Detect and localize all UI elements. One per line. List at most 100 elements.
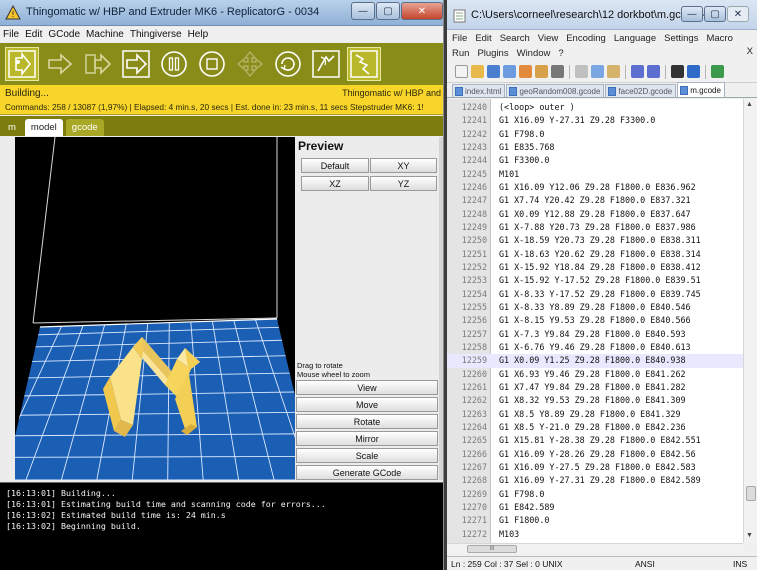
stop-button[interactable] <box>196 48 228 80</box>
control-panel-button[interactable] <box>310 48 342 80</box>
np-menu-search[interactable]: Search <box>500 33 530 44</box>
menu-gcode[interactable]: GCode <box>48 29 80 40</box>
close-button[interactable]: ✕ <box>401 2 443 20</box>
code-line: 12261 G1 X7.47 Y9.84 Z9.28 F1800.0 E841.2… <box>447 381 743 394</box>
zoom-in-icon[interactable] <box>711 65 724 78</box>
close-file-icon[interactable] <box>519 65 532 78</box>
menu-machine[interactable]: Machine <box>86 29 124 40</box>
paste-icon[interactable] <box>607 65 620 78</box>
move-model-button[interactable]: Move <box>296 397 438 412</box>
np-menu-edit[interactable]: Edit <box>475 33 491 44</box>
build-state: Building... <box>5 88 49 99</box>
generate-gcode-button[interactable]: Generate GCode <box>296 465 438 480</box>
np-menu-settings[interactable]: Settings <box>664 33 698 44</box>
np-maximize-button[interactable]: ▢ <box>704 6 726 22</box>
tab-gcode[interactable]: gcode <box>65 119 104 136</box>
np-menu-run[interactable]: Run <box>452 48 469 59</box>
h-scroll-thumb[interactable]: III <box>467 545 517 553</box>
file-icon <box>455 86 463 96</box>
view-button[interactable]: View <box>296 380 438 395</box>
code-line: 12245 M101 <box>447 168 743 181</box>
maximize-button[interactable]: ▢ <box>376 2 400 20</box>
np-menu-view[interactable]: View <box>538 33 558 44</box>
save-icon[interactable] <box>487 65 500 78</box>
line-number: 12259 <box>461 355 487 366</box>
code-text: G1 X-7.88 Y20.73 Z9.28 F1800.0 E837.986 <box>499 221 696 232</box>
np-close-button[interactable]: ✕ <box>727 6 749 22</box>
build-to-file-button[interactable] <box>82 48 114 80</box>
find-icon[interactable] <box>671 65 684 78</box>
np-menu-language[interactable]: Language <box>614 33 656 44</box>
np-menu-plugins[interactable]: Plugins <box>477 48 508 59</box>
build-remote-button[interactable] <box>120 48 152 80</box>
menu-file[interactable]: File <box>3 29 19 40</box>
np-menu-macro[interactable]: Macro <box>706 33 732 44</box>
np-tab-face02d[interactable]: face02D.gcode <box>605 84 677 97</box>
xz-view-button[interactable]: XZ <box>301 176 369 191</box>
upload-button[interactable] <box>44 48 76 80</box>
np-menu-file[interactable]: File <box>452 33 467 44</box>
scroll-up-icon[interactable]: ▲ <box>746 101 753 108</box>
np-menu-help[interactable]: ? <box>558 48 563 59</box>
yz-view-button[interactable]: YZ <box>370 176 437 191</box>
console-line: [16:13:02] Beginning build. <box>6 521 141 531</box>
code-line: 12271 G1 F1800.0 <box>447 514 743 527</box>
new-file-icon[interactable] <box>455 65 468 78</box>
copy-icon[interactable] <box>591 65 604 78</box>
build-progress: Commands: 258 / 13087 (1,97%) | Elapsed:… <box>5 102 424 112</box>
code-text: (<loop> outer ) <box>499 102 575 112</box>
rotate-button[interactable]: Rotate <box>296 414 438 429</box>
undo-icon[interactable] <box>631 65 644 78</box>
reset-icon <box>275 51 301 77</box>
pause-button[interactable] <box>158 48 190 80</box>
title-bar[interactable]: ! Thingomatic w/ HBP and Extruder MK6 - … <box>0 0 443 26</box>
code-text: G1 X15.81 Y-28.38 Z9.28 F1800.0 E842.551 <box>499 435 701 446</box>
open-file-icon[interactable] <box>471 65 484 78</box>
reset-button[interactable] <box>272 48 304 80</box>
panel-scrollbar[interactable] <box>439 137 443 480</box>
redo-icon[interactable] <box>647 65 660 78</box>
line-number: 12249 <box>461 221 487 232</box>
tab-model[interactable]: model <box>24 119 63 136</box>
mirror-button[interactable]: Mirror <box>296 431 438 446</box>
file-icon <box>680 85 689 95</box>
code-editor[interactable]: 12240 (<loop> outer ) 12241 G1 X16.09 Y-27.… <box>447 99 743 543</box>
disconnect-button[interactable] <box>347 47 381 81</box>
model-viewport[interactable] <box>15 137 295 480</box>
print-icon[interactable] <box>551 65 564 78</box>
np-tab-georandom[interactable]: geoRandom008.gcode <box>506 84 605 97</box>
menu-edit[interactable]: Edit <box>25 29 42 40</box>
move-button[interactable] <box>234 48 266 80</box>
tab-m[interactable]: m <box>2 119 22 136</box>
cut-icon[interactable] <box>575 65 588 78</box>
code-text: G1 X16.09 Y-27.31 Z9.28 F3300.0 <box>499 115 656 126</box>
np-menu-encoding[interactable]: Encoding <box>566 33 606 44</box>
scroll-thumb[interactable] <box>746 486 756 501</box>
np-tab-m-gcode[interactable]: m.gcode <box>677 82 725 97</box>
save-all-icon[interactable] <box>503 65 516 78</box>
code-text: G1 X0.09 Y12.88 Z9.28 F1800.0 E837.647 <box>499 208 691 219</box>
code-text: G1 X16.09 Y-27.5 Z9.28 F1800.0 E842.583 <box>499 461 696 472</box>
xy-view-button[interactable]: XY <box>370 158 437 173</box>
editor-vertical-scrollbar[interactable]: ▲ ▼ <box>743 99 757 543</box>
np-tab-label: m.gcode <box>690 85 721 95</box>
toolbar <box>0 43 443 85</box>
np-minimize-button[interactable]: — <box>681 6 703 22</box>
menu-thingiverse[interactable]: Thingiverse <box>130 29 182 40</box>
np-close-doc-icon[interactable]: X <box>747 46 753 57</box>
replace-icon[interactable] <box>687 65 700 78</box>
np-title-bar[interactable]: C:\Users\corneel\research\12 dorkbot\m.g… <box>447 0 757 30</box>
scale-button[interactable]: Scale <box>296 448 438 463</box>
menu-help[interactable]: Help <box>188 29 209 40</box>
code-text: G1 E842.589 <box>499 501 555 512</box>
default-view-button[interactable]: Default <box>301 158 369 173</box>
close-all-icon[interactable] <box>535 65 548 78</box>
editor-horizontal-scrollbar[interactable]: III <box>447 543 743 554</box>
np-menu-window[interactable]: Window <box>517 48 551 59</box>
np-tab-index-html[interactable]: index.html <box>452 84 506 97</box>
minimize-button[interactable]: — <box>351 2 375 20</box>
code-line: 12267 G1 X16.09 Y-27.5 Z9.28 F1800.0 E842… <box>447 461 743 474</box>
scroll-down-icon[interactable]: ▼ <box>746 532 753 539</box>
pause-icon <box>161 51 187 77</box>
build-button[interactable] <box>5 47 39 81</box>
